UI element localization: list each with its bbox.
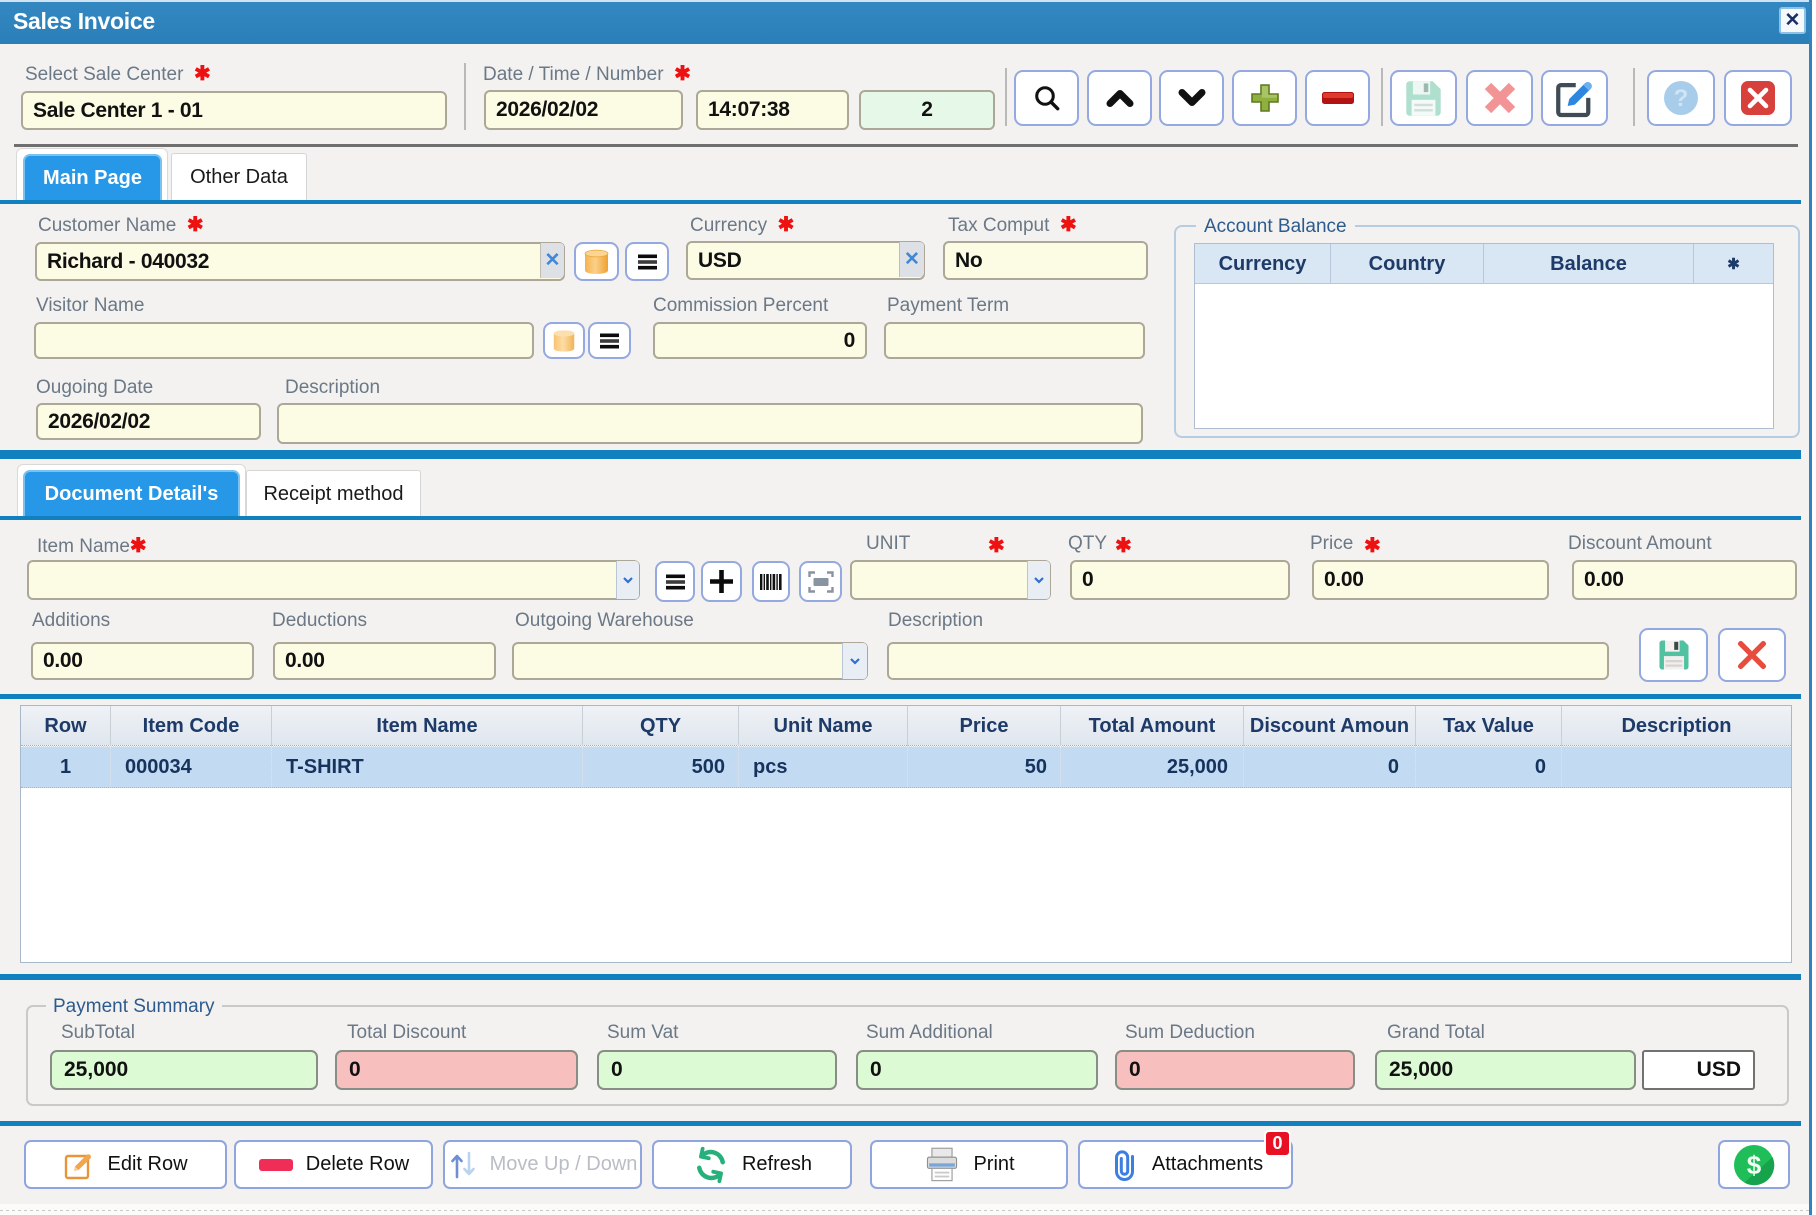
svg-text:$: $ [1747,1150,1762,1180]
svg-text:?: ? [1674,85,1689,112]
